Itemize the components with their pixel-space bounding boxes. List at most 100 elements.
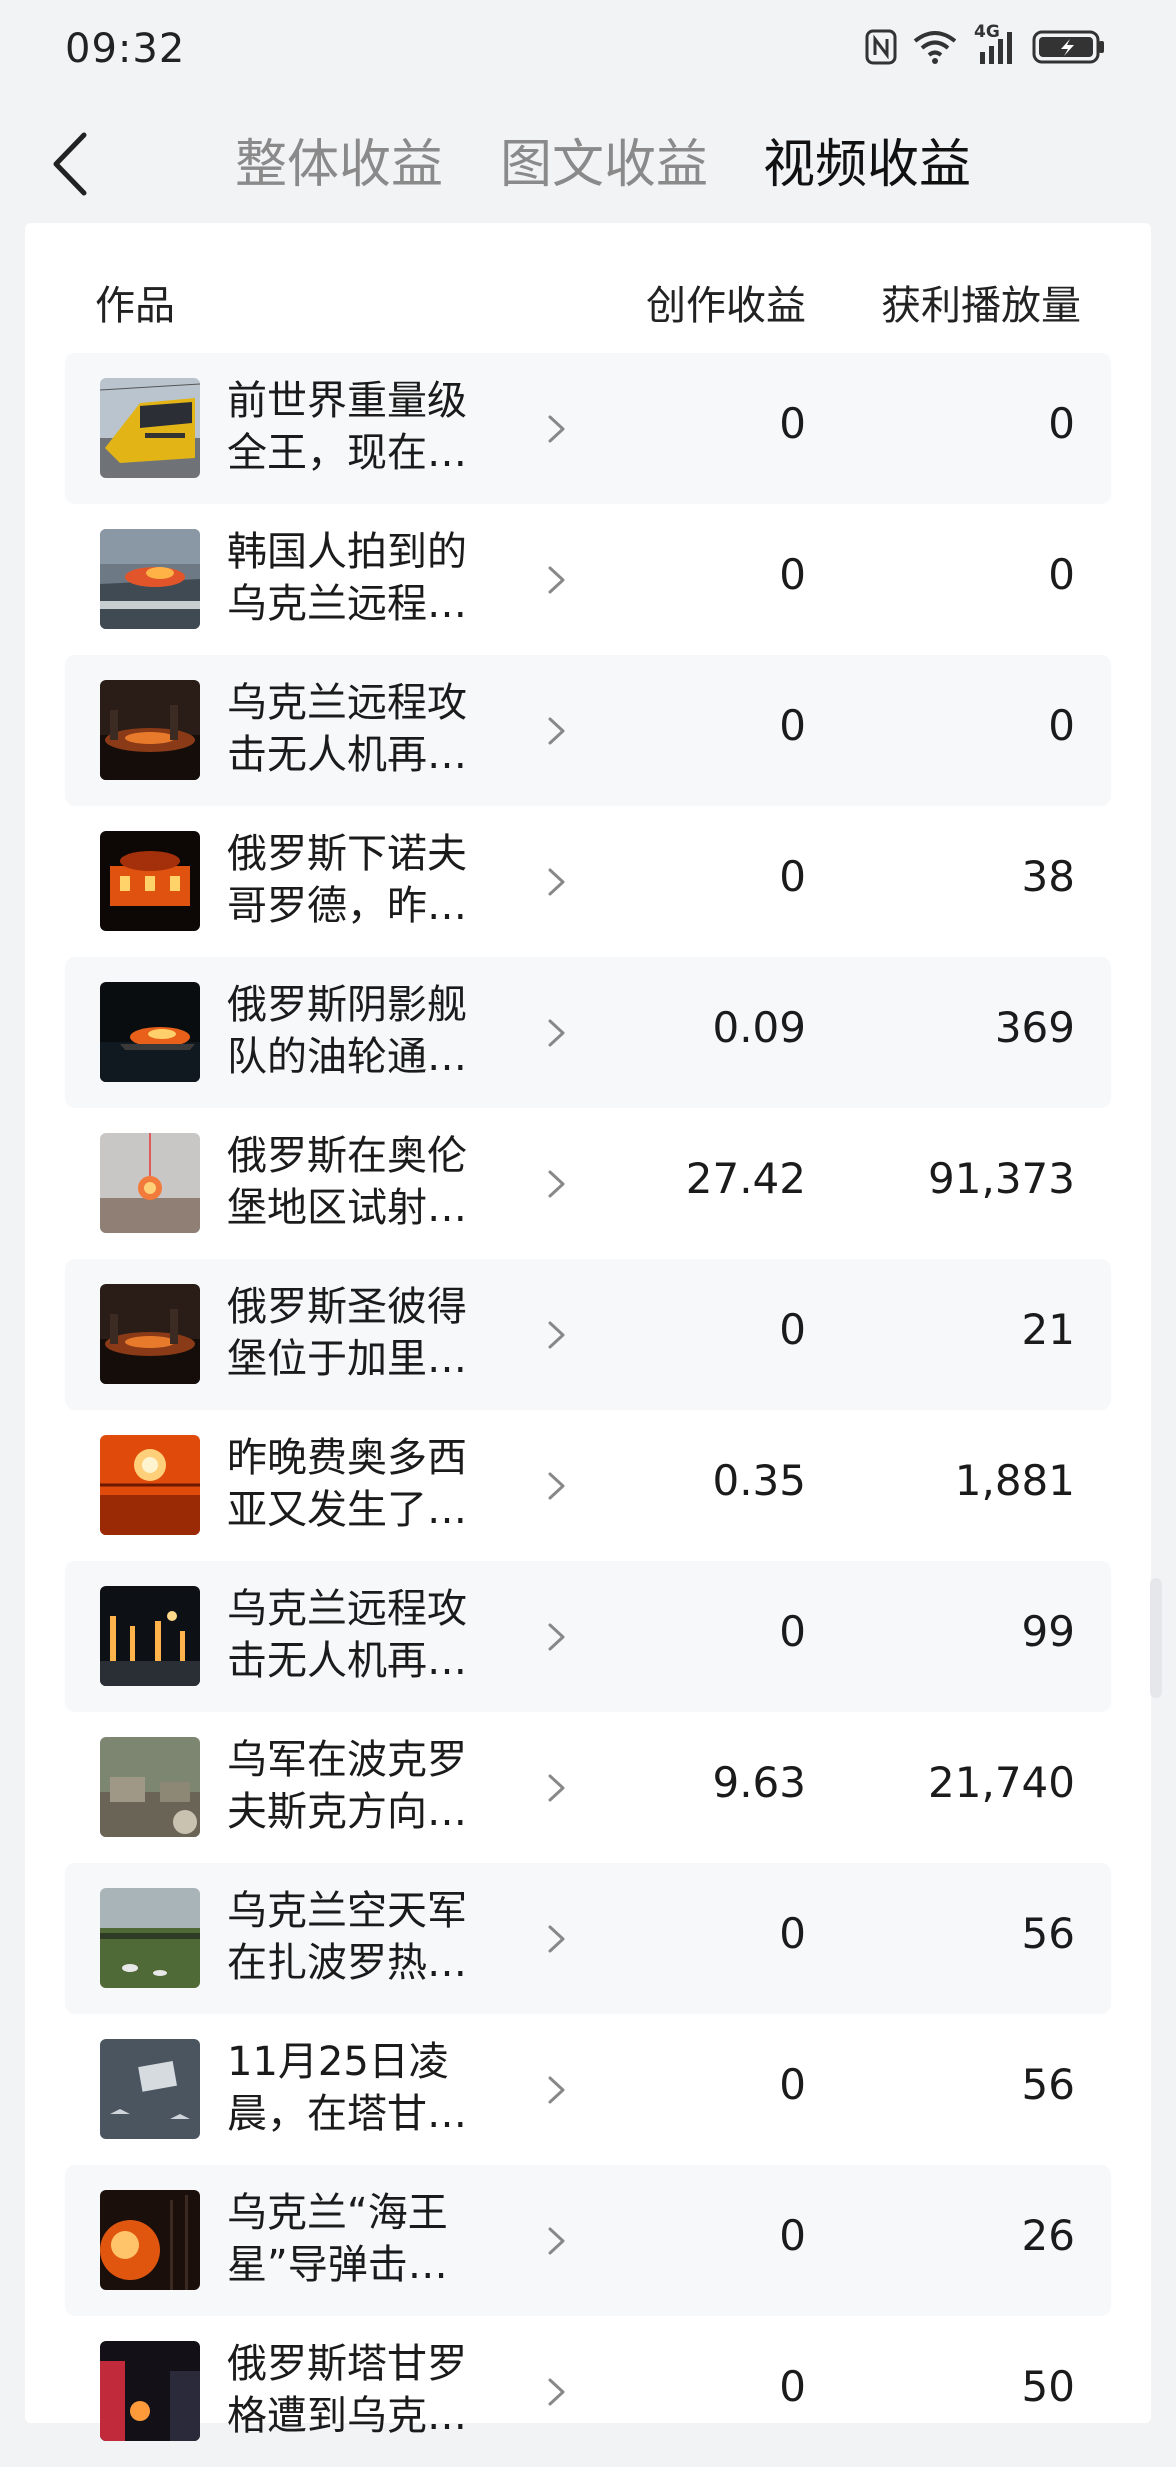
profitable-plays: 26: [1021, 2211, 1075, 2260]
night-fire-thumbnail: [100, 680, 200, 780]
video-list: 前世界重量级 全王，现在… 0 0 韩国人拍到的 乌克兰远程… 0 0 乌克兰远程攻 击无人机再……: [65, 353, 1111, 2467]
video-title-line: 昨晚费奥多西: [227, 1435, 467, 1481]
video-title-line: 夫斯克方向…: [227, 1789, 467, 1835]
video-title-line: 11月25日凌: [227, 2039, 449, 2085]
video-title: 乌克兰远程攻 击无人机再…: [227, 1583, 497, 1687]
video-title-line: 前世界重量级: [227, 378, 467, 424]
video-row[interactable]: 韩国人拍到的 乌克兰远程… 0 0: [65, 504, 1111, 655]
chevron-right-icon: [545, 713, 569, 749]
chevron-right-icon: [545, 1770, 569, 1806]
video-row[interactable]: 乌克兰远程攻 击无人机再… 0 99: [65, 1561, 1111, 1712]
chevron-right-icon: [545, 1317, 569, 1353]
video-title-line: 俄罗斯在奥伦: [227, 1133, 467, 1179]
video-row[interactable]: 俄罗斯塔甘罗 格遭到乌克… 0 50: [65, 2316, 1111, 2467]
status-icons: 4G: [864, 22, 1106, 66]
signal-icon: 4G: [972, 22, 1018, 66]
video-title-line: 俄罗斯下诺夫: [227, 831, 467, 877]
video-title-line: 晨，在塔甘…: [227, 2091, 467, 2137]
video-title: 俄罗斯在奥伦 堡地区试射…: [227, 1130, 497, 1234]
video-title-line: 哥罗德，昨…: [227, 883, 467, 929]
video-row[interactable]: 昨晚费奥多西 亚又发生了… 0.35 1,881: [65, 1410, 1111, 1561]
video-title-line: 俄罗斯塔甘罗: [227, 2341, 467, 2387]
status-time: 09:32: [65, 26, 186, 72]
video-title-line: 乌克兰远程…: [227, 581, 467, 627]
video-title-line: 堡位于加里…: [227, 1336, 467, 1382]
chevron-right-icon: [545, 411, 569, 447]
video-row[interactable]: 乌克兰空天军 在扎波罗热… 0 56: [65, 1863, 1111, 2014]
video-title: 俄罗斯下诺夫 哥罗德，昨…: [227, 828, 497, 932]
video-title: 乌克兰空天军 在扎波罗热…: [227, 1885, 497, 1989]
video-title-line: 格遭到乌克…: [227, 2393, 467, 2439]
tab-overall-income[interactable]: 整体收益: [235, 122, 443, 197]
chevron-right-icon: [545, 2223, 569, 2259]
creation-income: 0: [779, 1305, 806, 1354]
tanker-fire-thumbnail: [100, 982, 200, 1082]
creation-income: 27.42: [685, 1154, 806, 1203]
column-header-income: 创作收益: [646, 283, 806, 329]
video-title: 乌军在波克罗 夫斯克方向…: [227, 1734, 497, 1838]
video-row[interactable]: 乌军在波克罗 夫斯克方向… 9.63 21,740: [65, 1712, 1111, 1863]
video-title-line: 击无人机再…: [227, 1638, 467, 1684]
chevron-right-icon: [545, 1921, 569, 1957]
video-row[interactable]: 乌克兰远程攻 击无人机再… 0 0: [65, 655, 1111, 806]
column-header-work: 作品: [95, 283, 175, 329]
explosion-thumbnail: [100, 1435, 200, 1535]
creation-income: 0: [779, 399, 806, 448]
profitable-plays: 91,373: [928, 1154, 1075, 1203]
video-title-line: 乌克兰远程攻: [227, 680, 467, 726]
chevron-right-icon: [545, 1015, 569, 1051]
network-type-label: 4G: [974, 22, 1000, 42]
video-title-line: 韩国人拍到的: [227, 529, 467, 575]
video-title-line: 俄罗斯圣彼得: [227, 1284, 467, 1330]
video-title-line: 乌克兰“海王: [227, 2190, 448, 2236]
creation-income: 0.09: [712, 1003, 806, 1052]
wifi-icon: [912, 29, 958, 65]
creation-income: 9.63: [712, 1758, 806, 1807]
night-fire-thumbnail: [100, 1284, 200, 1384]
video-row[interactable]: 俄罗斯在奥伦 堡地区试射… 27.42 91,373: [65, 1108, 1111, 1259]
profitable-plays: 369: [994, 1003, 1075, 1052]
video-title-line: 队的油轮通…: [227, 1034, 467, 1080]
profitable-plays: 50: [1021, 2362, 1075, 2411]
profitable-plays: 21,740: [928, 1758, 1075, 1807]
video-title-line: 堡地区试射…: [227, 1185, 467, 1231]
chevron-right-icon: [545, 1619, 569, 1655]
profitable-plays: 38: [1021, 852, 1075, 901]
profitable-plays: 99: [1021, 1607, 1075, 1656]
profitable-plays: 21: [1021, 1305, 1075, 1354]
ship-fire-thumbnail: [100, 529, 200, 629]
tab-article-income[interactable]: 图文收益: [500, 122, 708, 197]
video-title: 俄罗斯阴影舰 队的油轮通…: [227, 979, 497, 1083]
header: 整体收益 图文收益 视频收益: [0, 100, 1176, 224]
scrollbar-thumb[interactable]: [1150, 1578, 1162, 1698]
creation-income: 0: [779, 852, 806, 901]
creation-income: 0: [779, 1909, 806, 1958]
chevron-right-icon: [545, 2374, 569, 2410]
chevron-right-icon: [545, 1468, 569, 1504]
video-title-line: 全王，现在…: [227, 430, 467, 476]
creation-income: 0: [779, 2362, 806, 2411]
video-row[interactable]: 乌克兰“海王 星”导弹击… 0 26: [65, 2165, 1111, 2316]
tram-thumbnail: [100, 378, 200, 478]
battery-icon: [1032, 28, 1106, 66]
income-table-card: 作品 创作收益 获利播放量 前世界重量级 全王，现在… 0 0 韩国人拍到的 乌克兰远程……: [25, 223, 1151, 2441]
field-thumbnail: [100, 1888, 200, 1988]
chevron-right-icon: [545, 2072, 569, 2108]
tab-bar: 整体收益 图文收益 视频收益: [0, 100, 1176, 224]
video-row[interactable]: 俄罗斯下诺夫 哥罗德，昨… 0 38: [65, 806, 1111, 957]
profitable-plays: 0: [1048, 550, 1075, 599]
video-title: 乌克兰“海王 星”导弹击…: [227, 2187, 497, 2291]
chevron-right-icon: [545, 864, 569, 900]
video-title-line: 乌军在波克罗: [227, 1737, 467, 1783]
video-row[interactable]: 前世界重量级 全王，现在… 0 0: [65, 353, 1111, 504]
profitable-plays: 0: [1048, 399, 1075, 448]
tab-video-income[interactable]: 视频收益: [763, 122, 971, 197]
video-row[interactable]: 11月25日凌 晨，在塔甘… 0 56: [65, 2014, 1111, 2165]
profitable-plays: 56: [1021, 2060, 1075, 2109]
video-row[interactable]: 俄罗斯阴影舰 队的油轮通… 0.09 369: [65, 957, 1111, 1108]
video-title-line: 俄罗斯阴影舰: [227, 982, 467, 1028]
video-title-line: 在扎波罗热…: [227, 1940, 467, 1986]
video-title-line: 击无人机再…: [227, 732, 467, 778]
video-row[interactable]: 俄罗斯圣彼得 堡位于加里… 0 21: [65, 1259, 1111, 1410]
creation-income: 0.35: [712, 1456, 806, 1505]
